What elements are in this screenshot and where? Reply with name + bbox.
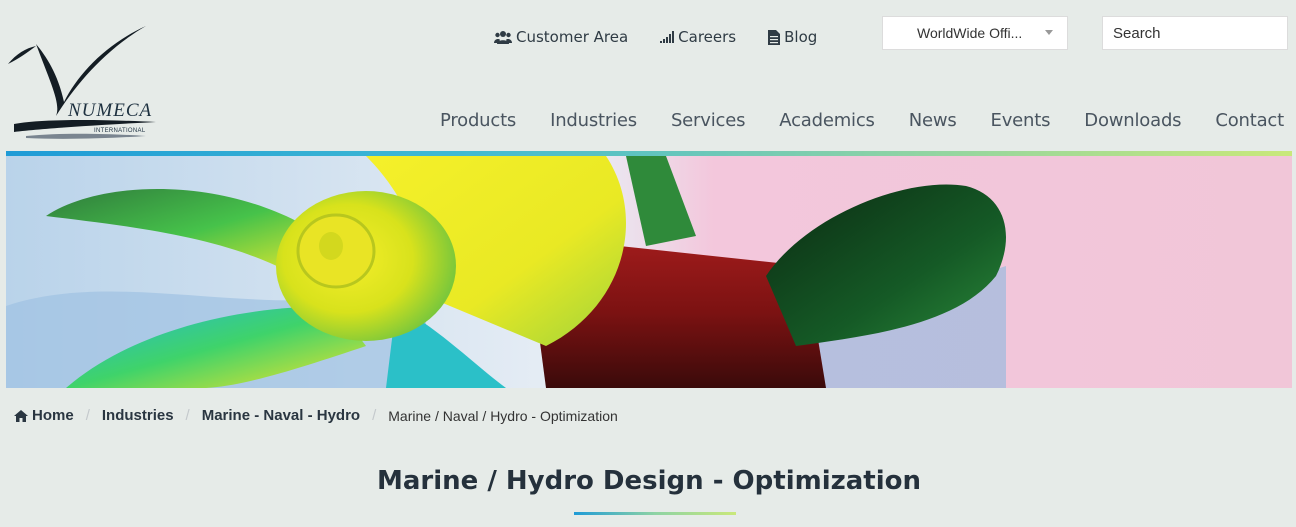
nav-item-academics[interactable]: Academics — [779, 110, 875, 131]
document-icon — [768, 29, 781, 45]
nav-item-industries[interactable]: Industries — [550, 110, 637, 131]
main-nav: Products Industries Services Academics N… — [440, 110, 1284, 131]
logo-wordmark: NUMECA — [68, 100, 153, 121]
worldwide-offices-select[interactable]: WorldWide Offi... — [882, 16, 1068, 50]
breadcrumb-separator: / — [85, 407, 90, 424]
careers-label: Careers — [678, 28, 737, 46]
title-underline — [574, 512, 736, 515]
breadcrumb-current: Marine / Naval / Hydro - Optimization — [388, 407, 618, 424]
nav-item-news[interactable]: News — [909, 110, 957, 131]
nav-item-services[interactable]: Services — [671, 110, 746, 131]
worldwide-offices-value: WorldWide Offi... — [917, 25, 1023, 41]
nav-item-events[interactable]: Events — [991, 110, 1051, 131]
breadcrumb-marine-naval-hydro[interactable]: Marine - Naval - Hydro — [202, 407, 360, 424]
signal-bars-icon — [660, 31, 675, 43]
customer-area-label: Customer Area — [516, 28, 629, 46]
logo-swoosh-icon — [8, 26, 156, 139]
page: NUMECA INTERNATIONAL Customer Area Caree… — [6, 6, 1292, 527]
careers-link[interactable]: Careers — [660, 28, 736, 46]
breadcrumb-home[interactable]: Home — [14, 407, 74, 424]
blog-label: Blog — [784, 28, 818, 46]
breadcrumb: Home / Industries / Marine - Naval - Hyd… — [14, 407, 618, 424]
breadcrumb-separator: / — [185, 407, 190, 424]
nav-item-products[interactable]: Products — [440, 110, 516, 131]
blog-link[interactable]: Blog — [768, 28, 817, 46]
nav-item-contact[interactable]: Contact — [1215, 110, 1284, 131]
hero-banner-image — [6, 156, 1292, 388]
search-input[interactable] — [1102, 16, 1288, 50]
breadcrumb-home-label: Home — [32, 407, 74, 424]
home-icon — [14, 409, 28, 422]
nav-item-downloads[interactable]: Downloads — [1084, 110, 1181, 131]
users-icon — [494, 31, 512, 44]
logo-subtitle: INTERNATIONAL — [94, 128, 146, 134]
breadcrumb-industries[interactable]: Industries — [102, 407, 174, 424]
breadcrumb-separator: / — [372, 407, 377, 424]
customer-area-link[interactable]: Customer Area — [494, 28, 628, 46]
chevron-down-icon — [1045, 30, 1053, 35]
site-header: NUMECA INTERNATIONAL Customer Area Caree… — [6, 6, 1292, 152]
top-links: Customer Area Careers Blog — [494, 28, 817, 46]
propeller-simulation-image — [6, 156, 1292, 388]
numeca-logo[interactable]: NUMECA INTERNATIONAL — [6, 24, 171, 144]
page-title: Marine / Hydro Design - Optimization — [376, 466, 922, 496]
